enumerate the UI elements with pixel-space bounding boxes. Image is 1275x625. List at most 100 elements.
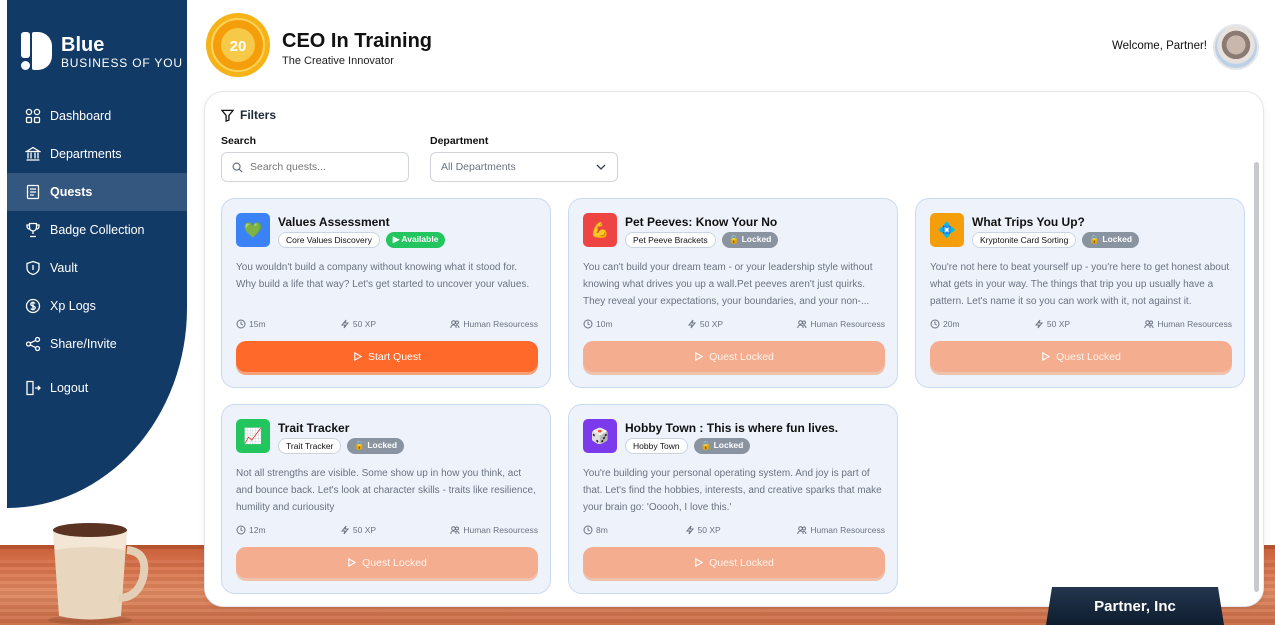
duration: 20m <box>930 319 960 329</box>
bolt-icon <box>687 319 696 329</box>
clock-icon <box>236 319 246 329</box>
users-icon <box>797 526 807 535</box>
bolt-icon <box>340 525 349 535</box>
scrollbar[interactable] <box>1254 162 1259 592</box>
sidebar-item-label: Badge Collection <box>50 223 145 237</box>
quest-icon: 📈 <box>236 419 270 453</box>
welcome-text: Welcome, Partner! <box>1111 40 1207 52</box>
quest-card-hobby-town[interactable]: 🎲 Hobby Town : This is where fun lives. … <box>568 404 898 594</box>
sidebar-item-vault[interactable]: Vault <box>7 249 187 287</box>
sidebar-item-label: Vault <box>50 261 78 275</box>
level-medal-icon: 20 <box>206 13 270 77</box>
start-quest-button[interactable]: Start Quest <box>236 341 538 372</box>
clock-icon <box>583 525 593 535</box>
quest-description: You can't build your dream team - or you… <box>583 262 873 307</box>
level-number: 20 <box>230 38 247 55</box>
sidebar-item-logout[interactable]: Logout <box>7 369 187 407</box>
filters-heading-label: Filters <box>240 108 277 122</box>
filter-icon <box>221 109 234 122</box>
quest-tag: Pet Peeve Brackets <box>625 232 716 248</box>
bolt-icon <box>340 319 349 329</box>
quests-panel: Filters Search Department All Department… <box>205 92 1263 606</box>
xp: 50 XP <box>687 319 723 329</box>
quest-tag: Trait Tracker <box>278 438 342 454</box>
status-badge: 🔒 Locked <box>721 232 779 248</box>
sidebar-item-departments[interactable]: Departments <box>7 135 187 173</box>
logout-icon <box>25 380 41 396</box>
sidebar-item-share-invite[interactable]: Share/Invite <box>7 325 187 363</box>
status-badge: ▶ Available <box>385 232 446 248</box>
coffee-cup-icon <box>48 523 149 625</box>
users-icon <box>450 526 460 535</box>
play-icon <box>348 558 357 567</box>
quest-description: You wouldn't build a company without kno… <box>236 262 530 290</box>
quest-tag: Hobby Town <box>625 438 688 454</box>
quest-meta: 12m 50 XP Human Resourcess <box>236 525 538 535</box>
sidebar-item-quests[interactable]: Quests <box>7 173 187 211</box>
users-icon <box>1144 320 1154 329</box>
quest-locked-button[interactable]: Quest Locked <box>236 547 538 578</box>
quest-title: Values Assessment <box>278 215 390 229</box>
quest-card-what-trips-you-up[interactable]: 💠 What Trips You Up? Kryptonite Card Sor… <box>915 198 1245 388</box>
filters-heading: Filters <box>221 108 276 122</box>
quest-icon: 💪 <box>583 213 617 247</box>
bolt-icon <box>1034 319 1043 329</box>
xp: 50 XP <box>685 525 721 535</box>
quest-card-values-assessment[interactable]: 💚 Values Assessment Core Values Discover… <box>221 198 551 388</box>
clock-icon <box>236 525 246 535</box>
quest-locked-button[interactable]: Quest Locked <box>930 341 1232 372</box>
play-icon <box>695 352 704 361</box>
quest-icon: 💚 <box>236 213 270 247</box>
dollar-icon <box>25 298 41 314</box>
quest-title: What Trips You Up? <box>972 215 1085 229</box>
department: Human Resourcess <box>1144 319 1232 329</box>
brand-logo[interactable]: Blue BUSINESS OF YOU <box>19 30 183 74</box>
play-icon <box>1042 352 1051 361</box>
quest-tag: Core Values Discovery <box>278 232 380 248</box>
quest-description: You're not here to beat yourself up - yo… <box>930 262 1230 307</box>
quest-tag: Kryptonite Card Sorting <box>972 232 1077 248</box>
building-icon <box>25 146 41 162</box>
department-select-value: All Departments <box>441 161 516 173</box>
clock-icon <box>583 319 593 329</box>
play-icon <box>695 558 704 567</box>
quest-title: Trait Tracker <box>278 421 350 435</box>
quest-meta: 15m 50 XP Human Resourcess <box>236 319 538 329</box>
xp: 50 XP <box>340 319 376 329</box>
status-badge: 🔒 Locked <box>1082 232 1140 248</box>
search-input[interactable] <box>250 161 400 173</box>
duration: 12m <box>236 525 266 535</box>
sidebar-nav: Dashboard Departments Quests Badge Colle… <box>7 97 187 407</box>
users-icon <box>797 320 807 329</box>
quest-title: Pet Peeves: Know Your No <box>625 215 778 229</box>
quest-card-pet-peeves[interactable]: 💪 Pet Peeves: Know Your No Pet Peeve Bra… <box>568 198 898 388</box>
duration: 8m <box>583 525 608 535</box>
quest-locked-button[interactable]: Quest Locked <box>583 547 885 578</box>
duration: 15m <box>236 319 266 329</box>
sidebar-item-label: Departments <box>50 147 122 161</box>
search-field[interactable] <box>221 152 409 182</box>
sidebar-item-label: Dashboard <box>50 109 112 123</box>
status-badge: 🔒 Locked <box>347 438 405 454</box>
sidebar-item-dashboard[interactable]: Dashboard <box>7 97 187 135</box>
department: Human Resourcess <box>450 319 538 329</box>
search-icon <box>232 162 243 173</box>
quest-title: Hobby Town : This is where fun lives. <box>625 421 839 435</box>
status-badge: 🔒 Locked <box>693 438 751 454</box>
quest-locked-button[interactable]: Quest Locked <box>583 341 885 372</box>
sidebar-item-xp-logs[interactable]: Xp Logs <box>7 287 187 325</box>
quest-card-trait-tracker[interactable]: 📈 Trait Tracker Trait Tracker 🔒 Locked N… <box>221 404 551 594</box>
rank-title: CEO In Training <box>282 30 433 52</box>
search-label: Search <box>221 135 257 147</box>
grid-icon <box>25 108 41 124</box>
chevron-down-icon <box>596 164 606 170</box>
users-icon <box>450 320 460 329</box>
department: Human Resourcess <box>797 525 885 535</box>
bolt-icon <box>685 525 694 535</box>
scroll-icon <box>25 184 41 200</box>
department-select[interactable]: All Departments <box>430 152 618 182</box>
quest-icon: 🎲 <box>583 419 617 453</box>
sidebar-item-badge-collection[interactable]: Badge Collection <box>7 211 187 249</box>
play-icon <box>354 352 362 361</box>
avatar[interactable] <box>1213 24 1259 70</box>
